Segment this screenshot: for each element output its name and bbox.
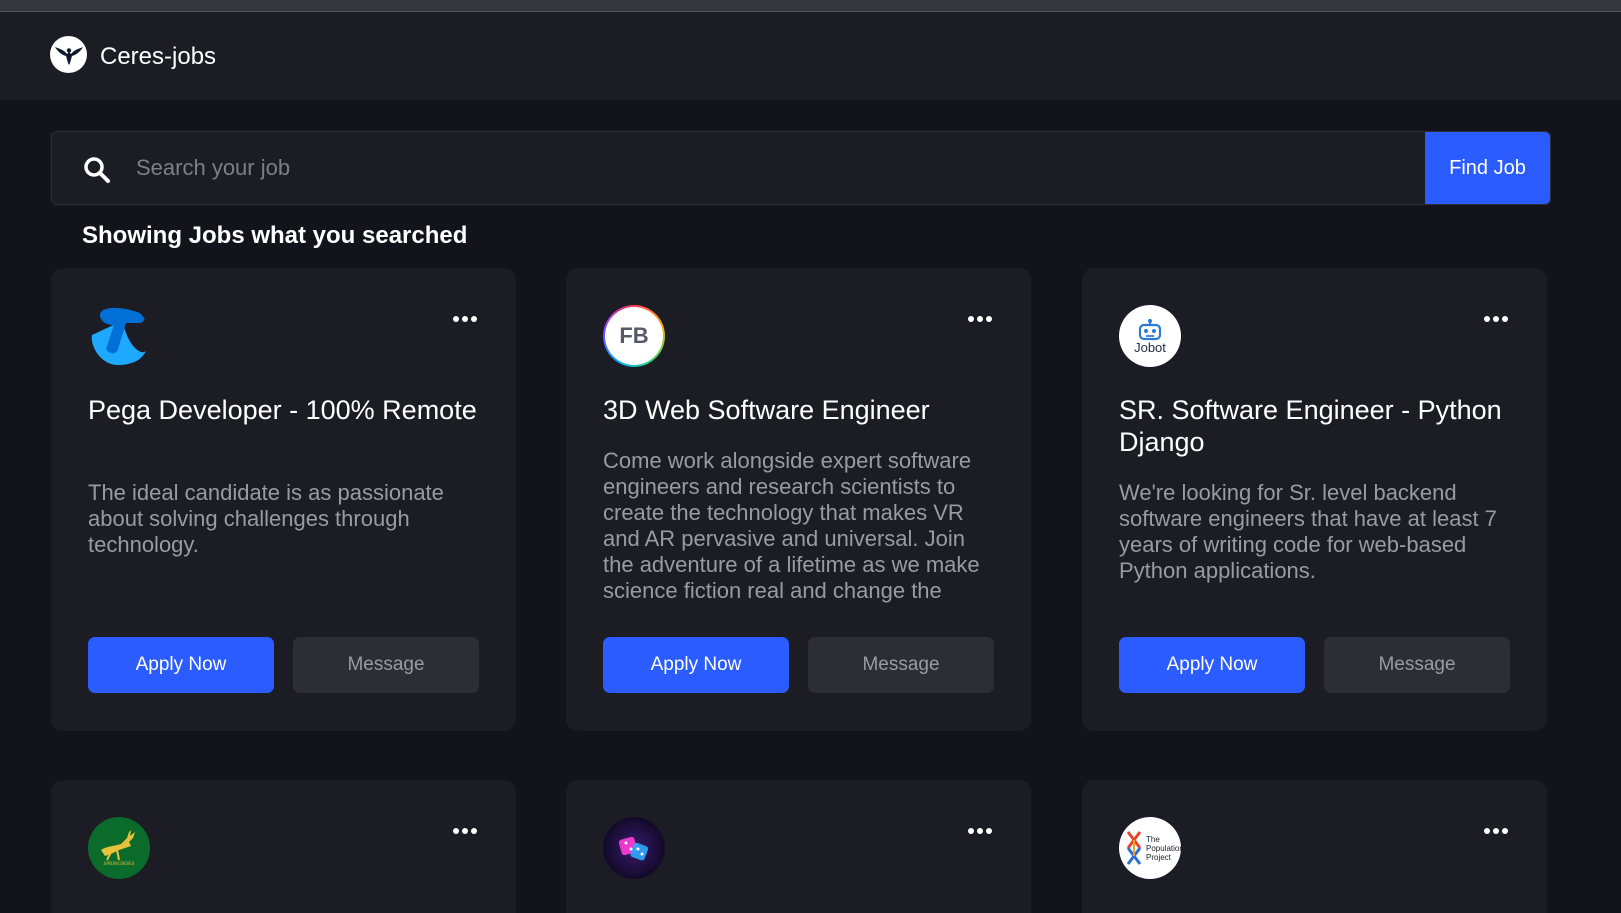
results-heading: Showing Jobs what you searched — [82, 222, 468, 249]
browser-top-strip — [0, 0, 1621, 12]
eagle-icon[interactable] — [50, 36, 87, 73]
job-description: Come work alongside expert software engi… — [603, 448, 980, 606]
job-title[interactable]: Pega Developer - 100% Remote — [88, 394, 488, 426]
search-icon — [84, 157, 110, 183]
search-input[interactable] — [136, 146, 1336, 190]
apply-now-button[interactable]: Apply Now — [603, 637, 789, 693]
message-button[interactable]: Message — [293, 637, 479, 693]
job-card: Jobot SR. Software Engineer - Python Dja… — [1082, 268, 1547, 731]
job-card: The Population Project — [1082, 780, 1547, 913]
more-options-icon[interactable] — [1482, 824, 1510, 838]
more-options-icon[interactable] — [1482, 312, 1510, 326]
fb-logo-text: FB — [619, 323, 649, 348]
apply-now-button[interactable]: Apply Now — [88, 637, 274, 693]
message-button[interactable]: Message — [1324, 637, 1510, 693]
navbar: Ceres-jobs — [0, 12, 1621, 100]
more-options-icon[interactable] — [966, 824, 994, 838]
job-card — [566, 780, 1031, 913]
job-card: SPRINGBOKS — [51, 780, 516, 913]
more-options-icon[interactable] — [966, 312, 994, 326]
job-title[interactable]: 3D Web Software Engineer — [603, 394, 1003, 426]
apply-now-button[interactable]: Apply Now — [1119, 637, 1305, 693]
population-project-logo-text: The Population Project — [1146, 834, 1181, 862]
more-options-icon[interactable] — [451, 312, 479, 326]
jobot-logo-text: Jobot — [1134, 339, 1166, 355]
springboks-logo-text: SPRINGBOKS — [103, 862, 135, 867]
search-bar: Find Job — [51, 131, 1551, 205]
job-description: We're looking for Sr. level backend soft… — [1119, 480, 1497, 583]
jobot-logo-icon: Jobot — [1119, 305, 1181, 367]
dice-logo-icon — [603, 817, 665, 879]
more-options-icon[interactable] — [451, 824, 479, 838]
robot-icon — [1138, 318, 1162, 340]
job-card: FB 3D Web Software Engineer Come work al… — [566, 268, 1031, 731]
springboks-logo-icon: SPRINGBOKS — [88, 817, 150, 879]
message-button[interactable]: Message — [808, 637, 994, 693]
job-title[interactable]: SR. Software Engineer - Python Django — [1119, 394, 1519, 458]
app-name[interactable]: Ceres-jobs — [100, 43, 216, 71]
find-job-button[interactable]: Find Job — [1425, 132, 1550, 204]
population-project-logo-icon: The Population Project — [1119, 817, 1181, 879]
job-card: Pega Developer - 100% Remote The ideal c… — [51, 268, 516, 731]
job-description: The ideal candidate is as passionate abo… — [88, 480, 444, 557]
telstra-logo-icon — [88, 305, 150, 367]
springbok-icon — [101, 830, 135, 861]
fb-logo-icon: FB — [603, 305, 665, 367]
